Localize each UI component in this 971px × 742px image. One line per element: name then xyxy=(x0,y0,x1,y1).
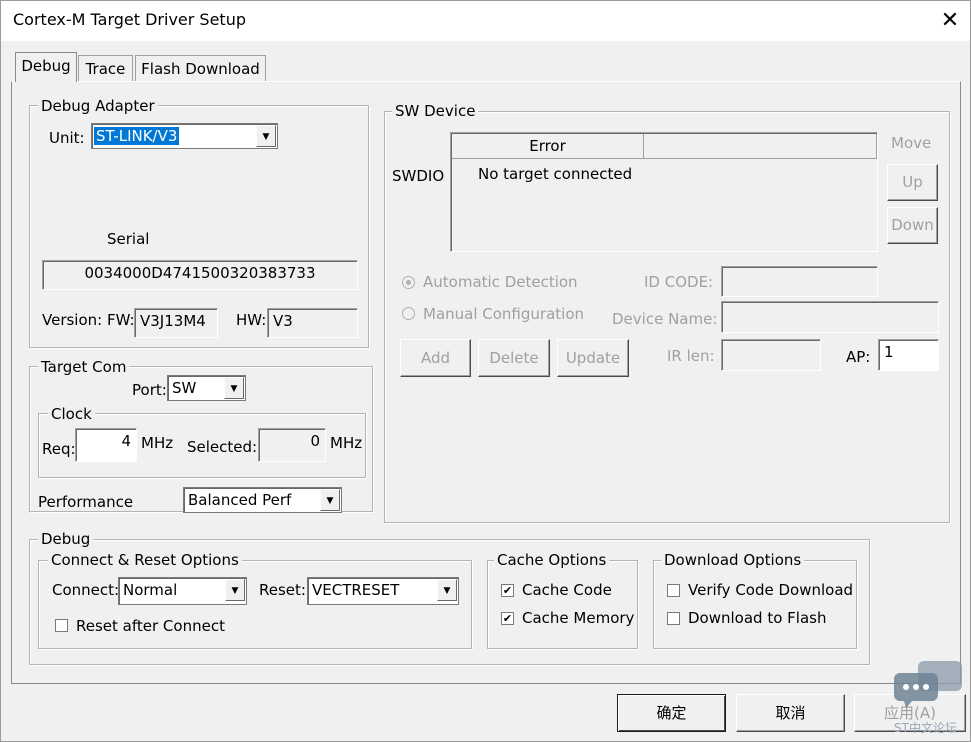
hw-version-field: V3 xyxy=(267,308,358,338)
automatic-detection-radio[interactable] xyxy=(402,276,415,289)
port-select[interactable]: SW ▼ xyxy=(167,375,246,401)
device-name-field xyxy=(721,301,939,333)
title-bar: Cortex-M Target Driver Setup ✕ xyxy=(1,1,970,41)
chevron-down-icon[interactable]: ▼ xyxy=(437,579,457,601)
cache-options-title: Cache Options xyxy=(494,551,610,569)
column-header-blank[interactable] xyxy=(644,134,877,159)
chevron-down-icon[interactable]: ▼ xyxy=(320,489,340,511)
serial-field: 0034000D4741500320383733 xyxy=(42,260,358,290)
connect-label: Connect: xyxy=(52,581,120,599)
list-item[interactable]: No target connected xyxy=(478,165,632,183)
reset-value: VECTRESET xyxy=(312,581,400,599)
port-label: Port: xyxy=(132,381,167,399)
id-code-field xyxy=(721,266,878,297)
performance-select[interactable]: Balanced Perf ▼ xyxy=(183,487,342,513)
cache-options-group xyxy=(487,560,638,649)
download-options-group xyxy=(653,560,857,649)
chevron-down-icon[interactable]: ▼ xyxy=(256,125,276,147)
unit-value: ST-LINK/V3 xyxy=(94,127,180,145)
connect-value: Normal xyxy=(123,581,178,599)
connect-select[interactable]: Normal ▼ xyxy=(118,577,247,605)
move-down-button[interactable]: Down xyxy=(887,207,938,244)
automatic-detection-label: Automatic Detection xyxy=(423,273,578,291)
unit-label: Unit: xyxy=(49,129,85,147)
hw-label: HW: xyxy=(236,311,267,329)
debug-group-title: Debug xyxy=(38,530,94,548)
cache-code-checkbox[interactable]: ✔ xyxy=(501,584,514,597)
version-fw-label: Version: FW: xyxy=(42,311,135,329)
device-name-label: Device Name: xyxy=(612,310,718,328)
performance-value: Balanced Perf xyxy=(188,491,292,509)
chevron-down-icon[interactable]: ▼ xyxy=(225,579,245,601)
update-button[interactable]: Update xyxy=(557,339,629,377)
sw-device-title: SW Device xyxy=(392,102,479,120)
verify-code-download-label: Verify Code Download xyxy=(688,581,854,599)
dialog-window: Cortex-M Target Driver Setup ✕ Debug Tra… xyxy=(0,0,971,742)
manual-configuration-radio[interactable] xyxy=(402,307,415,320)
req-unit: MHz xyxy=(141,434,174,452)
target-com-title: Target Com xyxy=(38,358,130,376)
download-options-title: Download Options xyxy=(661,551,805,569)
add-button[interactable]: Add xyxy=(400,339,471,377)
reset-select[interactable]: VECTRESET ▼ xyxy=(307,577,459,605)
reset-after-connect-label: Reset after Connect xyxy=(76,617,225,635)
selected-label: Selected: xyxy=(187,438,258,456)
delete-button[interactable]: Delete xyxy=(478,339,550,377)
verify-code-download-checkbox[interactable] xyxy=(667,584,680,597)
cache-code-label: Cache Code xyxy=(522,581,612,599)
cache-memory-label: Cache Memory xyxy=(522,609,635,627)
ir-len-label: IR len: xyxy=(667,347,715,365)
id-code-label: ID CODE: xyxy=(644,273,714,291)
download-to-flash-checkbox[interactable] xyxy=(667,612,680,625)
column-header-error[interactable]: Error xyxy=(452,134,644,159)
tab-flash-download-label: Flash Download xyxy=(141,60,260,78)
chat-bubble-icon xyxy=(894,659,964,709)
connect-reset-title: Connect & Reset Options xyxy=(48,551,242,569)
chevron-down-icon[interactable]: ▼ xyxy=(224,377,244,399)
tab-flash-download[interactable]: Flash Download xyxy=(135,55,266,83)
tab-debug-label: Debug xyxy=(21,57,71,75)
cache-memory-checkbox[interactable]: ✔ xyxy=(501,612,514,625)
reset-label: Reset: xyxy=(259,581,306,599)
ap-label: AP: xyxy=(846,348,871,366)
debug-adapter-title: Debug Adapter xyxy=(38,97,158,115)
watermark-text: ST中文论坛 xyxy=(894,721,957,735)
ap-input[interactable]: 1 xyxy=(878,339,939,371)
tab-debug[interactable]: Debug xyxy=(15,52,77,82)
tab-trace-label: Trace xyxy=(85,60,126,78)
swdio-label: SWDIO xyxy=(392,167,445,185)
ir-len-field xyxy=(721,339,821,371)
port-value: SW xyxy=(172,379,197,397)
cancel-button[interactable]: 取消 xyxy=(736,694,845,732)
ok-button[interactable]: 确定 xyxy=(617,694,726,732)
move-up-button[interactable]: Up xyxy=(887,164,938,201)
reset-after-connect-checkbox[interactable] xyxy=(55,619,68,632)
selected-field: 0 xyxy=(258,428,326,462)
device-list[interactable]: Error No target connected xyxy=(450,132,878,252)
tab-trace[interactable]: Trace xyxy=(78,55,133,83)
selected-unit: MHz xyxy=(330,434,363,452)
window-title: Cortex-M Target Driver Setup xyxy=(13,10,246,29)
performance-label: Performance xyxy=(38,493,134,511)
req-label: Req: xyxy=(42,440,76,458)
serial-label: Serial xyxy=(107,230,150,248)
req-input[interactable]: 4 xyxy=(75,428,137,462)
download-to-flash-label: Download to Flash xyxy=(688,609,827,627)
manual-configuration-label: Manual Configuration xyxy=(423,305,585,323)
unit-select[interactable]: ST-LINK/V3 ▼ xyxy=(91,123,278,149)
close-icon[interactable]: ✕ xyxy=(935,7,965,35)
fw-version-field: V3J13M4 xyxy=(134,308,218,338)
clock-title: Clock xyxy=(48,405,95,423)
move-label: Move xyxy=(891,134,932,152)
